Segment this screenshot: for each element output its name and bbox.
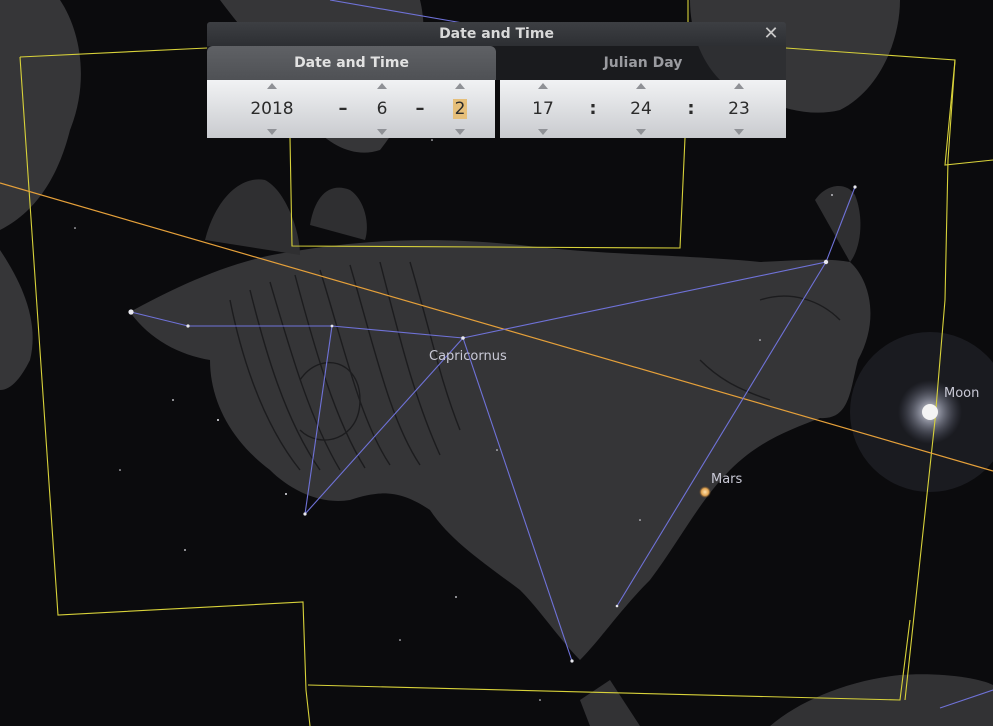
hour-value[interactable]: 17 (508, 99, 578, 119)
close-icon[interactable]: ✕ (761, 23, 781, 45)
month-up-arrow-icon[interactable] (377, 83, 387, 89)
year-spinbox[interactable]: 2018 (237, 80, 307, 138)
tab-julian-day[interactable]: Julian Day (500, 46, 786, 80)
day-value[interactable]: 2 (425, 99, 495, 119)
day-spinbox[interactable]: 2 (425, 80, 495, 138)
date-panel: 2018 – 6 – 2 (207, 80, 495, 138)
bottom-right-artwork (580, 674, 993, 726)
moon-label: Moon (944, 386, 980, 401)
second-up-arrow-icon[interactable] (734, 83, 744, 89)
second-value[interactable]: 23 (704, 99, 774, 119)
day-up-arrow-icon[interactable] (455, 83, 465, 89)
minute-up-arrow-icon[interactable] (636, 83, 646, 89)
second-spinbox[interactable]: 23 (704, 80, 774, 138)
year-value[interactable]: 2018 (237, 99, 307, 119)
time-separator: : (589, 98, 597, 119)
month-value[interactable]: 6 (347, 99, 417, 119)
dialog-title: Date and Time (439, 26, 554, 42)
tab-bar: Date and Time Julian Day (207, 46, 786, 80)
constellation-label: Capricornus (429, 349, 507, 364)
month-spinbox[interactable]: 6 (347, 80, 417, 138)
dialog-title-bar[interactable]: Date and Time (207, 22, 786, 46)
moon-icon[interactable] (922, 404, 938, 420)
hour-up-arrow-icon[interactable] (538, 83, 548, 89)
year-down-arrow-icon[interactable] (267, 129, 277, 135)
hour-spinbox[interactable]: 17 (508, 80, 578, 138)
hour-down-arrow-icon[interactable] (538, 129, 548, 135)
minute-spinbox[interactable]: 24 (606, 80, 676, 138)
minute-down-arrow-icon[interactable] (636, 129, 646, 135)
time-separator: : (687, 98, 695, 119)
month-down-arrow-icon[interactable] (377, 129, 387, 135)
day-down-arrow-icon[interactable] (455, 129, 465, 135)
date-time-dialog: Date and Time ✕ Date and Time Julian Day… (207, 22, 786, 138)
time-panel: 17 : 24 : 23 (500, 80, 786, 138)
second-down-arrow-icon[interactable] (734, 129, 744, 135)
mars-icon[interactable] (699, 486, 711, 498)
capricornus-artwork (130, 240, 871, 660)
year-up-arrow-icon[interactable] (267, 83, 277, 89)
minute-value[interactable]: 24 (606, 99, 676, 119)
mars-label: Mars (711, 472, 743, 487)
tab-date-and-time[interactable]: Date and Time (207, 46, 496, 80)
